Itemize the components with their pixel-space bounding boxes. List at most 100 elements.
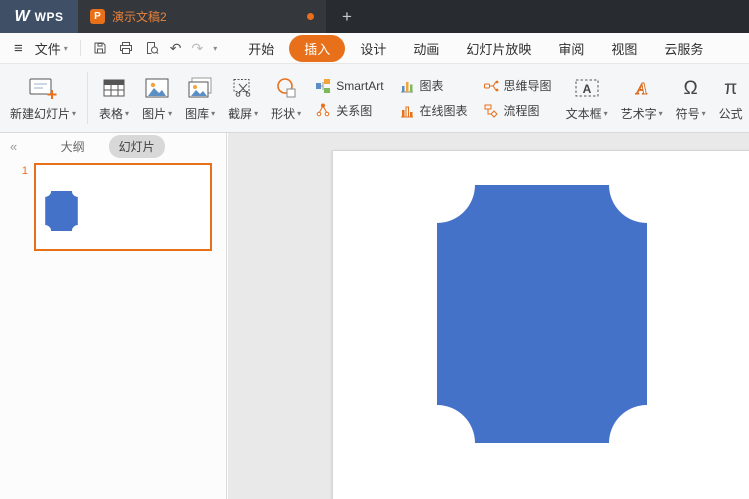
redo-icon: ↷ — [192, 40, 204, 57]
screenshot-icon — [231, 74, 255, 102]
chevron-down-icon: ▾ — [297, 109, 301, 118]
panel-header: « 大纲 幻灯片 — [0, 133, 226, 159]
tab-review[interactable]: 审阅 — [546, 35, 596, 62]
chart-label: 图表 — [420, 77, 444, 94]
slide-thumbnail[interactable] — [34, 163, 212, 251]
smartart-button[interactable]: SmartArt — [315, 78, 383, 94]
editing-canvas[interactable] — [228, 133, 749, 499]
online-chart-label: 在线图表 — [420, 102, 468, 119]
hamburger-icon[interactable]: ≡ — [8, 40, 29, 57]
chevron-down-icon: ▾ — [211, 109, 215, 118]
shapes-button[interactable]: 形状▾ — [265, 71, 307, 125]
chevron-down-icon: ▾ — [254, 109, 258, 118]
print-button[interactable] — [113, 40, 139, 56]
save-icon — [92, 40, 108, 56]
new-slide-button[interactable]: 新建幻灯片▾ — [4, 71, 82, 125]
titlebar: W WPS P 演示文稿2 + — [0, 0, 749, 33]
file-menu-button[interactable]: 文件 ▾ — [29, 39, 74, 58]
picture-icon — [144, 74, 170, 102]
mindmap-button[interactable]: 思维导图 — [483, 77, 552, 94]
wps-logo: W WPS — [0, 0, 78, 33]
relation-chart-icon — [315, 102, 331, 118]
textbox-icon: A — [574, 74, 600, 102]
pi-formula-icon: π — [724, 74, 737, 102]
undo-icon: ↶ — [170, 40, 182, 57]
tab-cloud[interactable]: 云服务 — [652, 35, 715, 62]
textbox-button[interactable]: A 文本框▾ — [560, 71, 614, 125]
symbol-button[interactable]: Ω 符号▾ — [670, 71, 712, 125]
flowchart-icon — [483, 103, 499, 119]
online-chart-button[interactable]: 在线图表 — [399, 102, 468, 119]
tab-home[interactable]: 开始 — [236, 35, 286, 62]
slide-panel: « 大纲 幻灯片 1 — [0, 133, 227, 499]
wps-w-icon: W — [15, 8, 30, 26]
screenshot-button[interactable]: 截屏▾ — [222, 71, 264, 125]
chevron-down-icon: ▾ — [213, 44, 217, 53]
print-icon — [118, 40, 134, 56]
slide-number: 1 — [18, 163, 28, 251]
shapes-label: 形状 — [271, 105, 295, 122]
collapse-panel-button[interactable]: « — [10, 139, 17, 154]
file-menu-label: 文件 — [35, 39, 61, 58]
chevron-down-icon: ▾ — [604, 109, 608, 118]
tab-outline[interactable]: 大纲 — [51, 135, 95, 158]
tab-slideshow[interactable]: 幻灯片放映 — [454, 35, 543, 62]
presentation-file-icon: P — [90, 9, 105, 24]
gallery-button[interactable]: 图库▾ — [179, 71, 221, 125]
picture-button[interactable]: 图片▾ — [136, 71, 178, 125]
corner-snipped-square-shape[interactable] — [437, 185, 647, 443]
flowchart-button[interactable]: 流程图 — [483, 102, 552, 119]
slide-list-item: 1 — [0, 159, 226, 251]
tab-design[interactable]: 设计 — [348, 35, 398, 62]
chevron-down-icon: ▾ — [64, 44, 68, 53]
chevron-down-icon: ▾ — [659, 109, 663, 118]
table-icon — [102, 74, 126, 102]
wps-presentation-window: W WPS P 演示文稿2 + ≡ 文件 ▾ ↶ ↷ — [0, 0, 749, 499]
ribbon-insert: 新建幻灯片▾ 表格▾ 图片▾ 图库▾ 截屏▾ — [0, 64, 749, 133]
quick-access-customize-button[interactable]: ▾ — [208, 44, 222, 53]
shapes-icon — [274, 74, 298, 102]
print-preview-button[interactable] — [139, 40, 165, 56]
divider — [80, 40, 81, 56]
workspace: « 大纲 幻灯片 1 — [0, 133, 749, 499]
symbol-label: 符号 — [676, 105, 700, 122]
new-tab-button[interactable]: + — [326, 0, 368, 33]
online-chart-icon — [399, 103, 415, 119]
slide[interactable] — [332, 150, 749, 499]
relation-chart-button[interactable]: 关系图 — [315, 102, 383, 119]
diagram-group: 思维导图 流程图 — [476, 77, 559, 119]
save-button[interactable] — [87, 40, 113, 56]
tab-animation[interactable]: 动画 — [401, 35, 451, 62]
divider — [87, 72, 88, 124]
wordart-button[interactable]: A 艺术字▾ — [615, 71, 669, 125]
new-slide-label: 新建幻灯片 — [10, 105, 70, 122]
redo-button[interactable]: ↷ — [187, 40, 209, 57]
gallery-icon — [187, 74, 213, 102]
wordart-label: 艺术字 — [621, 105, 657, 122]
thumbnail-shape — [43, 191, 80, 231]
chevron-down-icon: ▾ — [125, 109, 129, 118]
tab-slides[interactable]: 幻灯片 — [109, 135, 165, 158]
gallery-label: 图库 — [185, 105, 209, 122]
chevron-down-icon: ▾ — [168, 109, 172, 118]
table-label: 表格 — [99, 105, 123, 122]
picture-label: 图片 — [142, 105, 166, 122]
print-preview-icon — [144, 40, 160, 56]
document-tab[interactable]: P 演示文稿2 — [78, 0, 326, 33]
menubar: ≡ 文件 ▾ ↶ ↷ ▾ 开始 插入 设计 动画 幻灯片放映 — [0, 33, 749, 64]
table-button[interactable]: 表格▾ — [93, 71, 135, 125]
relation-chart-label: 关系图 — [336, 102, 372, 119]
wordart-icon: A — [630, 74, 654, 102]
chevron-down-icon: ▾ — [702, 109, 706, 118]
tab-insert[interactable]: 插入 — [289, 35, 345, 62]
chart-button[interactable]: 图表 — [399, 77, 468, 94]
textbox-label: 文本框 — [566, 105, 602, 122]
undo-button[interactable]: ↶ — [165, 40, 187, 57]
flowchart-label: 流程图 — [504, 102, 540, 119]
formula-label: 公式 — [719, 105, 743, 122]
unsaved-dot-icon — [307, 13, 314, 20]
formula-button[interactable]: π 公式 — [713, 71, 749, 125]
smartart-icon — [315, 78, 331, 94]
panel-tabs: 大纲 幻灯片 — [51, 135, 183, 158]
tab-view[interactable]: 视图 — [599, 35, 649, 62]
